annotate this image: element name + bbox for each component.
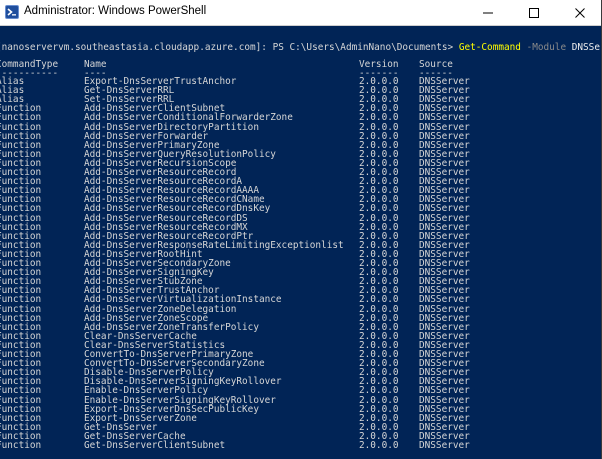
row-version: 2.0.0.0: [359, 440, 399, 451]
close-icon: [575, 8, 585, 18]
row-commandtype: Function: [0, 440, 42, 451]
window-title: Administrator: Windows PowerShell: [24, 5, 207, 17]
powershell-icon: [5, 5, 19, 19]
close-button[interactable]: [558, 0, 602, 25]
powershell-window: Administrator: Windows PowerShell [nanos…: [0, 0, 602, 459]
prompt-text: [nanoservervm.southeastasia.cloudapp.azu…: [0, 42, 459, 53]
command-line: [nanoservervm.southeastasia.cloudapp.azu…: [0, 43, 602, 52]
title-bar[interactable]: Administrator: Windows PowerShell: [0, 0, 602, 26]
row-name: Get-DnsServerClientSubnet: [84, 440, 226, 451]
command-text: Get-Command: [458, 42, 521, 53]
maximize-button[interactable]: [512, 0, 556, 25]
maximize-icon: [529, 8, 539, 18]
parameter-text: -Module: [526, 42, 567, 53]
minimize-button[interactable]: [466, 0, 510, 25]
row-source: DNSServer: [419, 440, 470, 451]
minimize-icon: [483, 12, 493, 14]
console-output[interactable]: [nanoservervm.southeastasia.cloudapp.azu…: [0, 26, 602, 459]
argument-text: DNSServer: [571, 42, 602, 53]
